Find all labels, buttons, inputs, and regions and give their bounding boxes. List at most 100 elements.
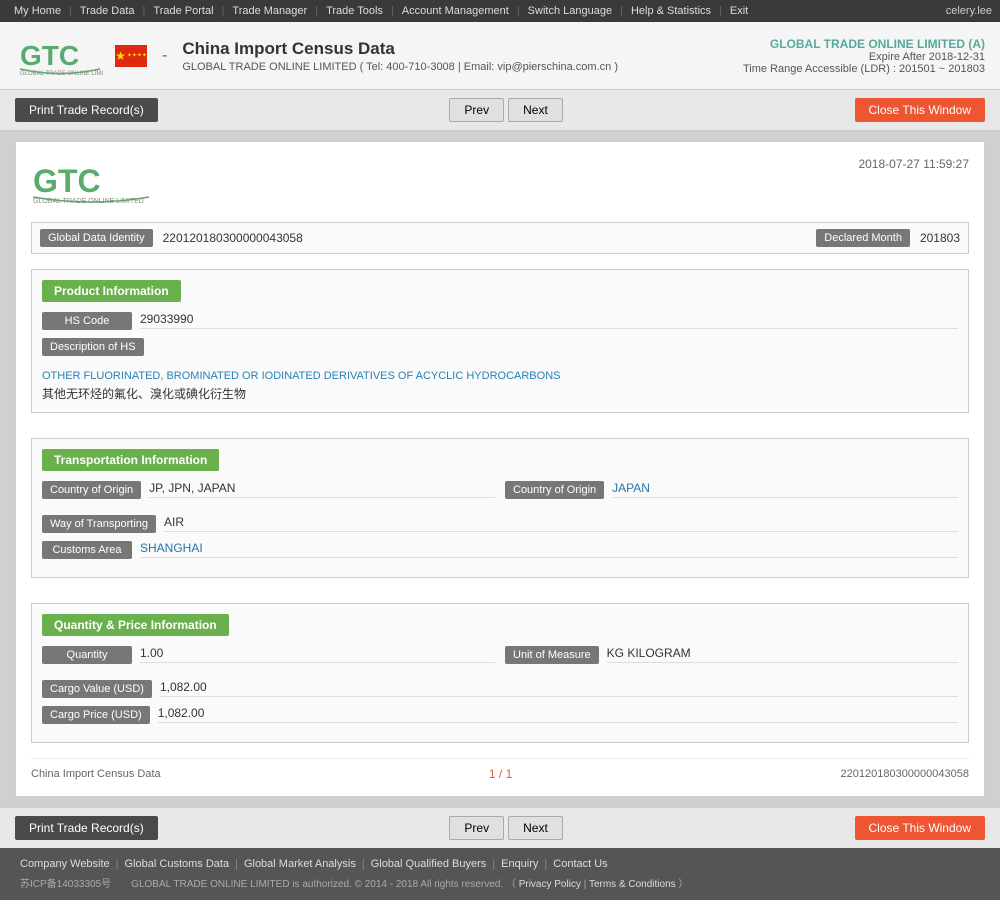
- footer-link-global-customs[interactable]: Global Customs Data: [125, 858, 230, 870]
- country-of-origin2-label: Country of Origin: [505, 481, 604, 499]
- footer-link-global-buyers[interactable]: Global Qualified Buyers: [371, 858, 487, 870]
- desc-of-hs-label: Description of HS: [42, 338, 144, 356]
- cargo-value-value: 1,082.00: [160, 680, 958, 697]
- customs-area-label: Customs Area: [42, 541, 132, 559]
- prev-button[interactable]: Prev: [449, 98, 504, 122]
- footer-link-enquiry[interactable]: Enquiry: [501, 858, 538, 870]
- header-left: GTC GLOBAL TRADE ONLINE LIMITED ★ ✦✦✦✦ -…: [15, 31, 618, 81]
- china-flag: ★ ✦✦✦✦: [115, 45, 147, 67]
- record-logo: GTC GLOBAL TRADE ONLINE LIMITED: [31, 157, 151, 210]
- nav-trade-data[interactable]: Trade Data: [74, 5, 141, 17]
- quantity-value: 1.00: [140, 646, 495, 663]
- customs-area-row: Customs Area SHANGHAI: [42, 541, 958, 559]
- country-of-origin-label: Country of Origin: [42, 481, 141, 499]
- footer-link-contact[interactable]: Contact Us: [553, 858, 607, 870]
- nav-exit[interactable]: Exit: [724, 5, 754, 17]
- footer-conditions-link[interactable]: Terms & Conditions: [589, 879, 676, 890]
- unit-of-measure-value: KG KILOGRAM: [607, 646, 958, 663]
- declared-month-label: Declared Month: [816, 229, 910, 247]
- global-data-identity-label: Global Data Identity: [40, 229, 153, 247]
- nav-switch-language[interactable]: Switch Language: [522, 5, 618, 17]
- nav-trade-tools[interactable]: Trade Tools: [320, 5, 389, 17]
- cargo-price-label: Cargo Price (USD): [42, 706, 150, 724]
- record-timestamp: 2018-07-27 11:59:27: [858, 157, 969, 171]
- header-subtitle: GLOBAL TRADE ONLINE LIMITED ( Tel: 400-7…: [182, 61, 618, 73]
- header-dash: -: [162, 47, 167, 65]
- hs-description-english: OTHER FLUORINATED, BROMINATED OR IODINAT…: [42, 370, 958, 382]
- transport-origin-row: Country of Origin JP, JPN, JAPAN Country…: [42, 481, 958, 507]
- record-footer: China Import Census Data 1 / 1 220120180…: [31, 758, 969, 781]
- nav-items-container: My Home | Trade Data | Trade Portal | Tr…: [8, 5, 754, 17]
- global-data-identity-value: 220120180300000043058: [163, 231, 807, 245]
- quantity-unit-row: Quantity 1.00 Unit of Measure KG KILOGRA…: [42, 646, 958, 672]
- company-logo: GTC GLOBAL TRADE ONLINE LIMITED: [15, 31, 105, 81]
- bottom-next-button[interactable]: Next: [508, 816, 563, 840]
- country-of-origin-value: JP, JPN, JAPAN: [149, 481, 495, 498]
- bottom-print-button[interactable]: Print Trade Record(s): [15, 816, 158, 840]
- main-content: GTC GLOBAL TRADE ONLINE LIMITED 2018-07-…: [0, 131, 1000, 807]
- header-bar: GTC GLOBAL TRADE ONLINE LIMITED ★ ✦✦✦✦ -…: [0, 22, 1000, 90]
- country-of-origin2-value: JAPAN: [612, 481, 958, 498]
- close-button[interactable]: Close This Window: [855, 98, 985, 122]
- footer-links: Company Website | Global Customs Data | …: [20, 858, 980, 870]
- header-title-block: China Import Census Data GLOBAL TRADE ON…: [182, 39, 618, 73]
- quantity-row: Quantity 1.00: [42, 646, 495, 664]
- transport-section-title: Transportation Information: [42, 449, 219, 471]
- quantity-label: Quantity: [42, 646, 132, 664]
- footer-id: 220120180300000043058: [841, 768, 969, 780]
- way-of-transporting-row: Way of Transporting AIR: [42, 515, 958, 533]
- country-origin-row: Country of Origin JP, JPN, JAPAN: [42, 481, 495, 499]
- way-of-transporting-value: AIR: [164, 515, 958, 532]
- bottom-nav-buttons: Prev Next: [449, 816, 562, 840]
- next-button[interactable]: Next: [508, 98, 563, 122]
- way-of-transporting-label: Way of Transporting: [42, 515, 156, 533]
- header-right: GLOBAL TRADE ONLINE LIMITED (A) Expire A…: [743, 37, 985, 75]
- nav-trade-manager[interactable]: Trade Manager: [226, 5, 313, 17]
- declared-month-value: 201803: [920, 231, 960, 245]
- nav-my-home[interactable]: My Home: [8, 5, 67, 17]
- nav-trade-portal[interactable]: Trade Portal: [147, 5, 219, 17]
- top-navigation: My Home | Trade Data | Trade Portal | Tr…: [0, 0, 1000, 22]
- unit-of-measure-row: Unit of Measure KG KILOGRAM: [505, 646, 958, 664]
- hs-description-chinese: 其他无环烃的氟化、溴化或碘化衍生物: [42, 385, 958, 402]
- quantity-section-title: Quantity & Price Information: [42, 614, 229, 636]
- print-button[interactable]: Print Trade Record(s): [15, 98, 158, 122]
- date-range: Time Range Accessible (LDR) : 201501 ~ 2…: [743, 63, 985, 75]
- footer-page: 1 / 1: [489, 767, 512, 781]
- svg-text:GTC: GTC: [33, 163, 101, 199]
- cargo-value-row: Cargo Value (USD) 1,082.00: [42, 680, 958, 698]
- hs-code-value: 29033990: [140, 312, 958, 329]
- unit-of-measure-label: Unit of Measure: [505, 646, 599, 664]
- nav-help-statistics[interactable]: Help & Statistics: [625, 5, 717, 17]
- icp-number: 苏ICP备14033305号: [20, 875, 111, 890]
- record-card: GTC GLOBAL TRADE ONLINE LIMITED 2018-07-…: [15, 141, 985, 797]
- footer-copyright: GLOBAL TRADE ONLINE LIMITED is authorize…: [131, 875, 688, 890]
- transport-section: Transportation Information Country of Or…: [31, 438, 969, 578]
- footer-link-company-website[interactable]: Company Website: [20, 858, 110, 870]
- country-origin2-row: Country of Origin JAPAN: [505, 481, 958, 499]
- svg-text:GTC: GTC: [20, 40, 79, 71]
- customs-area-value: SHANGHAI: [140, 541, 958, 558]
- footer-source: China Import Census Data: [31, 768, 161, 780]
- expire-info: Expire After 2018-12-31: [743, 51, 985, 63]
- product-section: Product Information HS Code 29033990 Des…: [31, 269, 969, 413]
- footer-bottom: 苏ICP备14033305号 GLOBAL TRADE ONLINE LIMIT…: [20, 875, 980, 890]
- record-header: GTC GLOBAL TRADE ONLINE LIMITED 2018-07-…: [31, 157, 969, 210]
- bottom-close-button[interactable]: Close This Window: [855, 816, 985, 840]
- product-section-title: Product Information: [42, 280, 181, 302]
- quantity-section: Quantity & Price Information Quantity 1.…: [31, 603, 969, 743]
- hs-code-row: HS Code 29033990: [42, 312, 958, 330]
- company-name: GLOBAL TRADE ONLINE LIMITED (A): [743, 37, 985, 51]
- cargo-price-row: Cargo Price (USD) 1,082.00: [42, 706, 958, 724]
- nav-account-management[interactable]: Account Management: [396, 5, 515, 17]
- page-footer: Company Website | Global Customs Data | …: [0, 848, 1000, 900]
- footer-link-global-market[interactable]: Global Market Analysis: [244, 858, 356, 870]
- cargo-value-label: Cargo Value (USD): [42, 680, 152, 698]
- bottom-prev-button[interactable]: Prev: [449, 816, 504, 840]
- bottom-action-bar: Print Trade Record(s) Prev Next Close Th…: [0, 807, 1000, 848]
- top-action-bar: Print Trade Record(s) Prev Next Close Th…: [0, 90, 1000, 131]
- footer-privacy-link[interactable]: Privacy Policy: [519, 879, 581, 890]
- identity-row: Global Data Identity 2201201803000000430…: [31, 222, 969, 254]
- hs-code-label: HS Code: [42, 312, 132, 330]
- user-display: celery.lee: [946, 5, 992, 17]
